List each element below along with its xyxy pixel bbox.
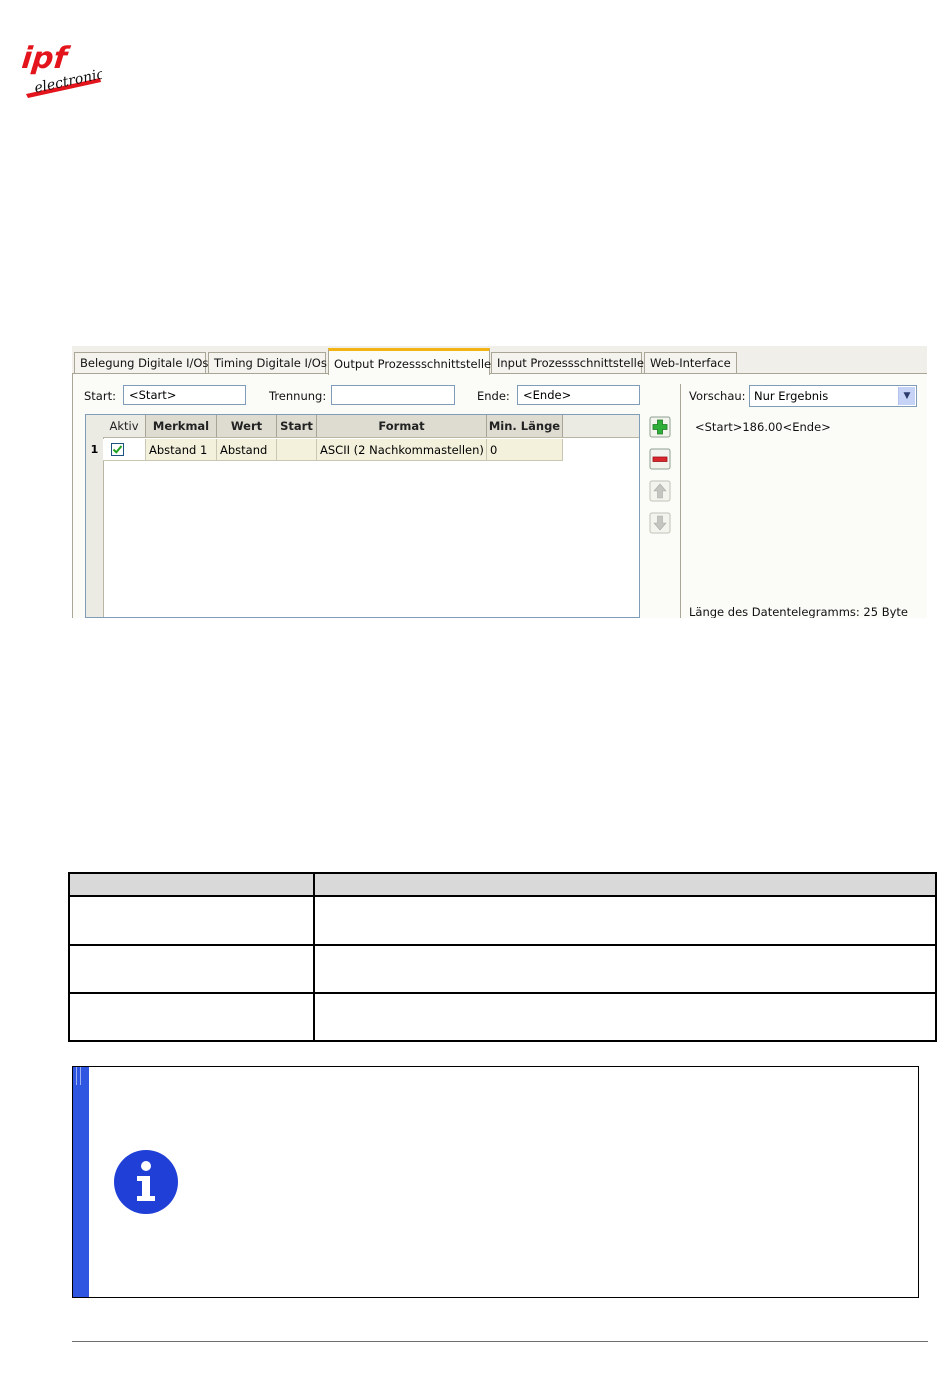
cell-min-laenge[interactable]: 0	[487, 439, 563, 461]
cell-aktiv[interactable]	[103, 439, 146, 461]
col-header-wert[interactable]: Wert	[217, 415, 277, 437]
checkmark-icon	[112, 445, 123, 454]
preview-select[interactable]: Nur Ergebnis ▼	[749, 385, 917, 407]
telegram-length: Länge des Datentelegramms: 25 Byte	[689, 605, 908, 618]
tab-bar: Belegung Digitale I/Os Timing Digitale I…	[72, 346, 927, 375]
output-panel: Start: <Start> Trennung: Ende: <Ende> Ak…	[72, 374, 927, 618]
row-number: 1	[86, 439, 103, 461]
aktiv-checkbox[interactable]	[111, 443, 124, 456]
add-icon[interactable]	[649, 416, 671, 438]
note-accent-bar	[73, 1067, 89, 1297]
tab-output-prozessschnittstelle[interactable]: Output Prozessschnittstelle	[328, 348, 491, 375]
remove-icon[interactable]	[649, 448, 671, 470]
output-grid[interactable]: Aktiv Merkmal Wert Start Format Min. Län…	[85, 414, 640, 618]
cell-format[interactable]: ASCII (2 Nachkommastellen)	[317, 439, 487, 461]
tab-web-interface[interactable]: Web-Interface	[644, 352, 737, 373]
start-field[interactable]: <Start>	[123, 385, 246, 405]
svg-text:ipf: ipf	[22, 41, 72, 76]
col-header-aktiv[interactable]: Aktiv	[103, 415, 146, 437]
ipf-electronic-logo: ipf electronic	[22, 41, 102, 98]
tab-belegung-digitale-ios[interactable]: Belegung Digitale I/Os	[74, 352, 208, 373]
tab-input-prozessschnittstelle[interactable]: Input Prozessschnittstelle	[491, 352, 644, 373]
cell-merkmal[interactable]: Abstand 1	[146, 439, 217, 461]
cell-start[interactable]	[277, 439, 317, 461]
preview-select-value: Nur Ergebnis	[754, 389, 829, 403]
separator-label: Trennung:	[269, 389, 327, 403]
info-icon	[114, 1150, 178, 1214]
preview-label: Vorschau:	[689, 389, 746, 403]
preview-text: <Start>186.00<Ende>	[695, 420, 831, 434]
col-header-merkmal[interactable]: Merkmal	[146, 415, 217, 437]
col-header-min-laenge[interactable]: Min. Länge	[487, 415, 563, 437]
table-header-row	[69, 873, 936, 895]
cell-wert[interactable]: Abstand	[217, 439, 277, 461]
chevron-down-icon[interactable]: ▼	[898, 387, 915, 405]
arrow-up-icon[interactable]	[649, 480, 671, 502]
description-table	[68, 872, 937, 1042]
end-label: Ende:	[477, 389, 510, 403]
tab-timing-digitale-ios[interactable]: Timing Digitale I/Os	[208, 352, 327, 373]
arrow-down-icon[interactable]	[649, 512, 671, 534]
separator-field[interactable]	[331, 385, 455, 405]
footer-divider	[72, 1341, 928, 1342]
start-label: Start:	[84, 389, 116, 403]
col-header-start[interactable]: Start	[277, 415, 317, 437]
info-note-box	[72, 1066, 919, 1298]
end-field[interactable]: <Ende>	[517, 385, 640, 405]
col-header-format[interactable]: Format	[317, 415, 487, 437]
config-window-screenshot: Belegung Digitale I/Os Timing Digitale I…	[72, 346, 927, 618]
